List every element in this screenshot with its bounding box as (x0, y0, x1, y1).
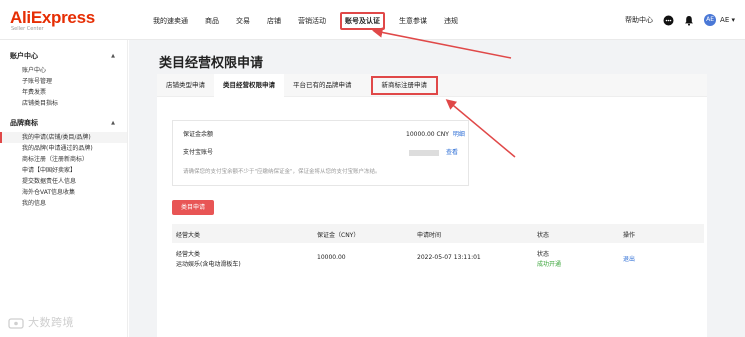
deposit-value: 10000.00 CNY (406, 131, 449, 138)
cell-category-sub: 运动娱乐(含电动滑板车) (176, 261, 241, 268)
cell-status-label: 状态 (537, 251, 550, 258)
deposit-info-box: 保证金余额 10000.00 CNY 明细 支付宝账号 查看 请确保您的支付宝余额… (172, 120, 469, 186)
deposit-details-link[interactable]: 明细 (453, 131, 465, 138)
category-apply-button[interactable]: 类目申请 (172, 200, 214, 215)
sidebar-item-my-applications[interactable]: 我的申请(店铺/类目/品牌) (0, 132, 127, 143)
bell-icon[interactable] (684, 11, 694, 30)
sidebar-item-my-info[interactable]: 我的信息 (0, 198, 127, 209)
nav-violations[interactable]: 违规 (441, 12, 461, 30)
user-menu[interactable]: AE ▾ (720, 16, 735, 24)
cell-deposit: 10000.00 (317, 254, 346, 261)
sidebar: 账户中心 ▲ 账户中心 子账号管理 年费发票 店铺类目指标 品牌商标 ▲ 我的申请(… (0, 40, 128, 337)
sidebar-item-sub-accounts[interactable]: 子账号管理 (0, 76, 127, 87)
sidebar-item-trademark-register[interactable]: 商标注册（注册新商标） (0, 154, 127, 165)
alipay-label: 支付宝账号 (183, 149, 214, 156)
deposit-value-row: 10000.00 CNY 明细 (406, 129, 465, 138)
table-header: 经营大类 保证金（CNY） 申请时间 状态 操作 (172, 224, 704, 243)
header-status: 状态 (537, 232, 550, 239)
main-content: 类目经营权限申请 店铺类型申请 类目经营权限申请 平台已有的品牌申请 新商标注册… (129, 40, 745, 337)
logo-text: AliExpress (10, 8, 95, 27)
alipay-value-row: 查看 (409, 147, 458, 156)
sidebar-item-good-seller[interactable]: 申请【中国好卖家】 (0, 165, 127, 176)
top-right-tools: 帮助中心 AE AE ▾ (625, 13, 735, 27)
table-row: 经营大类 运动娱乐(含电动滑板车) 10000.00 2022-05-07 13… (172, 243, 704, 279)
watermark-icon (8, 317, 24, 329)
nav-my-aliexpress[interactable]: 我的速卖通 (150, 12, 191, 30)
cell-category-main: 经营大类 (176, 251, 201, 258)
sidebar-item-store-category-metrics[interactable]: 店铺类目指标 (0, 98, 127, 109)
alipay-account-masked (409, 149, 439, 156)
sidebar-item-annual-invoice[interactable]: 年费发票 (0, 87, 127, 98)
exit-link[interactable]: 退出 (623, 254, 635, 263)
page-title: 类目经营权限申请 (159, 56, 264, 71)
header-category: 经营大类 (176, 232, 201, 239)
deposit-label: 保证金余额 (183, 131, 214, 138)
help-center-link[interactable]: 帮助中心 (625, 15, 653, 25)
deposit-note: 请确保您的支付宝余额不少于"应缴纳保证金"，保证金将从您的支付宝账户冻结。 (183, 169, 381, 175)
sidebar-item-my-brands[interactable]: 我的品牌(申请通过的品牌) (0, 143, 127, 154)
watermark: 大数跨境 (8, 314, 74, 330)
sidebar-item-overseas-vat[interactable]: 海外仓VAT信息收集 (0, 187, 127, 198)
cell-time: 2022-05-07 13:11:01 (417, 254, 481, 261)
section-title: 账户中心 (10, 52, 38, 60)
sidebar-section-account[interactable]: 账户中心 ▲ (0, 50, 127, 62)
aliexpress-logo[interactable]: AliExpress Seller Center (10, 9, 95, 32)
tab-bar: 店铺类型申请 类目经营权限申请 平台已有的品牌申请 新商标注册申请 (157, 74, 707, 97)
sidebar-item-data-owner[interactable]: 提交数据责任人信息 (0, 176, 127, 187)
main-nav: 我的速卖通 商品 交易 店铺 营销活动 账号及认证 生意参谋 违规 (150, 11, 472, 31)
tab-category-permission[interactable]: 类目经营权限申请 (214, 74, 284, 97)
alipay-view-link[interactable]: 查看 (446, 149, 458, 156)
top-navigation-bar: AliExpress Seller Center 我的速卖通 商品 交易 店铺 … (0, 0, 745, 40)
nav-orders[interactable]: 交易 (233, 12, 253, 30)
chevron-up-icon[interactable]: ▲ (111, 50, 115, 62)
tab-new-trademark[interactable]: 新商标注册申请 (370, 76, 438, 95)
chevron-up-icon[interactable]: ▲ (111, 117, 115, 129)
chat-icon[interactable] (663, 11, 674, 30)
section-title: 品牌商标 (10, 119, 38, 127)
watermark-text: 大数跨境 (28, 316, 74, 329)
avatar[interactable]: AE (704, 14, 717, 26)
nav-account-auth[interactable]: 账号及认证 (340, 12, 385, 30)
status-badge: 成功开通 (537, 261, 562, 268)
tab-store-type[interactable]: 店铺类型申请 (157, 74, 214, 97)
nav-store[interactable]: 店铺 (264, 12, 284, 30)
applications-table: 经营大类 保证金（CNY） 申请时间 状态 操作 经营大类 运动娱乐(含电动滑板… (172, 224, 704, 279)
sidebar-section-brand[interactable]: 品牌商标 ▲ (0, 117, 127, 129)
nav-marketing[interactable]: 营销活动 (295, 12, 329, 30)
nav-products[interactable]: 商品 (202, 12, 222, 30)
header-deposit: 保证金（CNY） (317, 232, 360, 239)
content-card: 店铺类型申请 类目经营权限申请 平台已有的品牌申请 新商标注册申请 保证金余额 … (157, 74, 707, 337)
header-action: 操作 (623, 232, 636, 239)
tab-existing-brand[interactable]: 平台已有的品牌申请 (284, 74, 361, 97)
sidebar-item-account-center[interactable]: 账户中心 (0, 65, 127, 76)
header-time: 申请时间 (417, 232, 442, 239)
nav-business-advisor[interactable]: 生意参谋 (396, 12, 430, 30)
